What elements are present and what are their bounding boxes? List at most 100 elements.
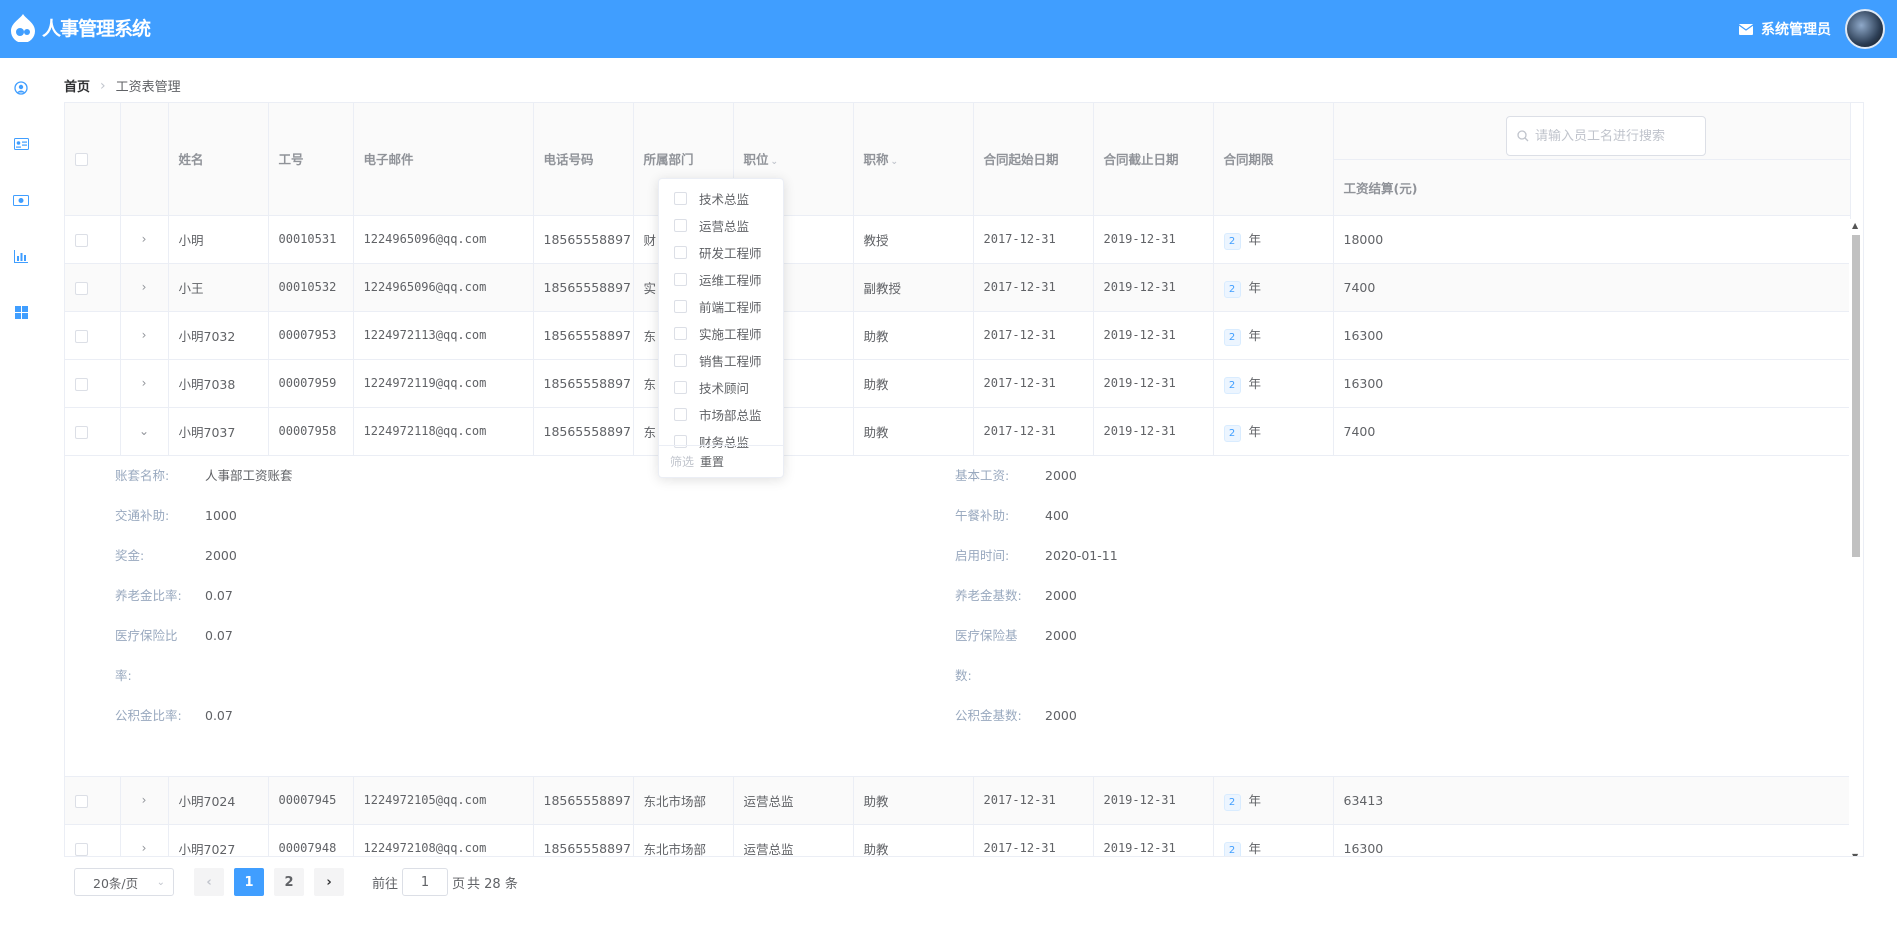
row-checkbox[interactable] xyxy=(75,377,88,391)
app-logo[interactable]: 人事管理系统 xyxy=(8,12,151,42)
filter-option[interactable]: 销售工程师 xyxy=(659,347,783,374)
filter-option[interactable]: 市场部总监 xyxy=(659,401,783,428)
scrollbar-thumb[interactable] xyxy=(1852,235,1860,557)
table-row[interactable]: ⌄ 小明7037 00007958 1224972118@qq.com 18565558… xyxy=(65,407,1851,456)
expand-cell[interactable]: › xyxy=(120,359,169,408)
chevron-right-icon[interactable]: › xyxy=(142,376,147,390)
filter-option[interactable]: 运营总监 xyxy=(659,212,783,239)
id-value: 00007953 xyxy=(278,328,337,342)
expand-cell[interactable]: › xyxy=(120,263,169,312)
scroll-down-icon[interactable]: ▼ xyxy=(1852,852,1858,856)
prev-page-button[interactable]: ‹ xyxy=(194,868,224,896)
search-box[interactable] xyxy=(1506,116,1706,156)
id-value: 00007948 xyxy=(278,841,337,855)
row-checkbox[interactable] xyxy=(75,842,88,856)
user-avatar[interactable] xyxy=(1845,9,1885,49)
chevron-down-icon[interactable]: ⌄ xyxy=(139,424,149,438)
page-1-button[interactable]: 1 xyxy=(234,868,264,896)
goto-prefix: 前往 xyxy=(372,876,399,892)
phone-cell: 18565558897 xyxy=(533,263,634,312)
goto-page-input[interactable] xyxy=(402,868,449,896)
end-cell: 2019-12-31 xyxy=(1093,776,1214,825)
term-cell: 2年 xyxy=(1213,776,1334,825)
id-card-icon[interactable] xyxy=(13,136,29,152)
filter-option[interactable]: 技术顾问 xyxy=(659,374,783,401)
checkbox-cell xyxy=(65,359,121,408)
expand-cell[interactable]: › xyxy=(120,824,169,856)
breadcrumb-home[interactable]: 首页 xyxy=(64,76,90,95)
filter-option[interactable]: 研发工程师 xyxy=(659,239,783,266)
table-row[interactable]: › 小明 00010531 1224965096@qq.com 18565558897 财… xyxy=(65,215,1851,264)
filter-checkbox[interactable] xyxy=(674,192,687,205)
checkbox-cell xyxy=(65,776,121,825)
filter-checkbox[interactable] xyxy=(674,354,687,367)
chevron-right-icon[interactable]: › xyxy=(142,280,147,294)
filter-checkbox[interactable] xyxy=(674,300,687,313)
filter-option[interactable]: 技术总监 xyxy=(659,185,783,212)
id-value: 00007959 xyxy=(278,376,337,390)
next-page-button[interactable]: › xyxy=(314,868,344,896)
filter-option-label: 运维工程师 xyxy=(699,273,762,288)
user-circle-icon[interactable] xyxy=(13,80,29,96)
bar-chart-icon[interactable] xyxy=(13,248,29,264)
row-checkbox[interactable] xyxy=(75,794,88,808)
table-row[interactable]: › 小明7024 00007945 1224972105@qq.com 18565558… xyxy=(65,776,1851,825)
expand-cell[interactable]: › xyxy=(120,776,169,825)
chevron-right-icon: › xyxy=(100,77,106,94)
windows-icon[interactable] xyxy=(13,304,29,320)
term-cell: 2年 xyxy=(1213,824,1334,856)
col-start: 合同起始日期 xyxy=(973,103,1094,216)
search-input[interactable] xyxy=(1535,128,1695,144)
table-row[interactable]: › 小明7038 00007959 1224972119@qq.com 18565558… xyxy=(65,359,1851,408)
filter-checkbox[interactable] xyxy=(674,219,687,232)
chevron-right-icon[interactable]: › xyxy=(142,793,147,807)
filter-option-label: 销售工程师 xyxy=(699,354,762,369)
filter-checkbox[interactable] xyxy=(674,381,687,394)
table-row[interactable]: › 小明7027 00007948 1224972108@qq.com 18565558… xyxy=(65,824,1851,856)
filter-option[interactable]: 实施工程师 xyxy=(659,320,783,347)
salary-cell: 16300 xyxy=(1333,311,1851,360)
salary-value: 16300 xyxy=(1343,375,1384,391)
chevron-right-icon[interactable]: › xyxy=(142,841,147,855)
row-checkbox[interactable] xyxy=(75,281,88,295)
chevron-right-icon[interactable]: › xyxy=(142,232,147,246)
row-checkbox[interactable] xyxy=(75,425,88,439)
filter-option[interactable]: 前端工程师 xyxy=(659,293,783,320)
col-title[interactable]: 职称 ⌄ xyxy=(853,103,974,216)
scroll-up-icon[interactable]: ▲ xyxy=(1852,221,1858,230)
filter-checkbox[interactable] xyxy=(674,327,687,340)
filter-arrow-icon[interactable]: ⌄ xyxy=(771,157,779,167)
page-2-button[interactable]: 2 xyxy=(274,868,304,896)
expand-cell[interactable]: ⌄ xyxy=(120,407,169,456)
detail-value: 2000 xyxy=(205,547,237,563)
salary-table: 姓名 工号 电子邮件 电话号码 所属部门 职位 ⌄ 职称 ⌄ 合同起始日期 合同截止… xyxy=(64,102,1864,857)
row-checkbox[interactable] xyxy=(75,233,88,247)
filter-confirm-button[interactable]: 筛选 xyxy=(670,453,694,470)
expand-cell[interactable]: › xyxy=(120,215,169,264)
dept-value: 实 xyxy=(643,280,657,296)
username[interactable]: 系统管理员 xyxy=(1761,19,1831,39)
phone-cell: 18565558897 xyxy=(533,311,634,360)
filter-checkbox[interactable] xyxy=(674,408,687,421)
page-size-select[interactable]: 20条/页 ⌄ xyxy=(74,868,174,896)
filter-reset-button[interactable]: 重置 xyxy=(700,453,724,470)
name-value: 小明7024 xyxy=(178,793,236,809)
mail-icon[interactable] xyxy=(1739,23,1753,35)
start-cell: 2017-12-31 xyxy=(973,263,1094,312)
expand-cell[interactable]: › xyxy=(120,311,169,360)
table-row[interactable]: › 小王 00010532 1224965096@qq.com 18565558897 实… xyxy=(65,263,1851,312)
filter-arrow-icon[interactable]: ⌄ xyxy=(891,157,899,167)
filter-checkbox[interactable] xyxy=(674,273,687,286)
table-scrollbar[interactable]: ▲ ▼ xyxy=(1849,219,1863,856)
table-row[interactable]: › 小明7032 00007953 1224972113@qq.com 18565558… xyxy=(65,311,1851,360)
chevron-right-icon[interactable]: › xyxy=(142,328,147,342)
money-icon[interactable] xyxy=(13,192,29,208)
term-unit: 年 xyxy=(1248,840,1262,856)
detail-value: 0.07 xyxy=(205,707,233,723)
filter-checkbox[interactable] xyxy=(674,246,687,259)
select-all-checkbox[interactable] xyxy=(75,153,88,167)
name-cell: 小明7032 xyxy=(168,311,269,360)
filter-option[interactable]: 运维工程师 xyxy=(659,266,783,293)
row-checkbox[interactable] xyxy=(75,329,88,343)
dept-value: 东 xyxy=(643,328,657,344)
